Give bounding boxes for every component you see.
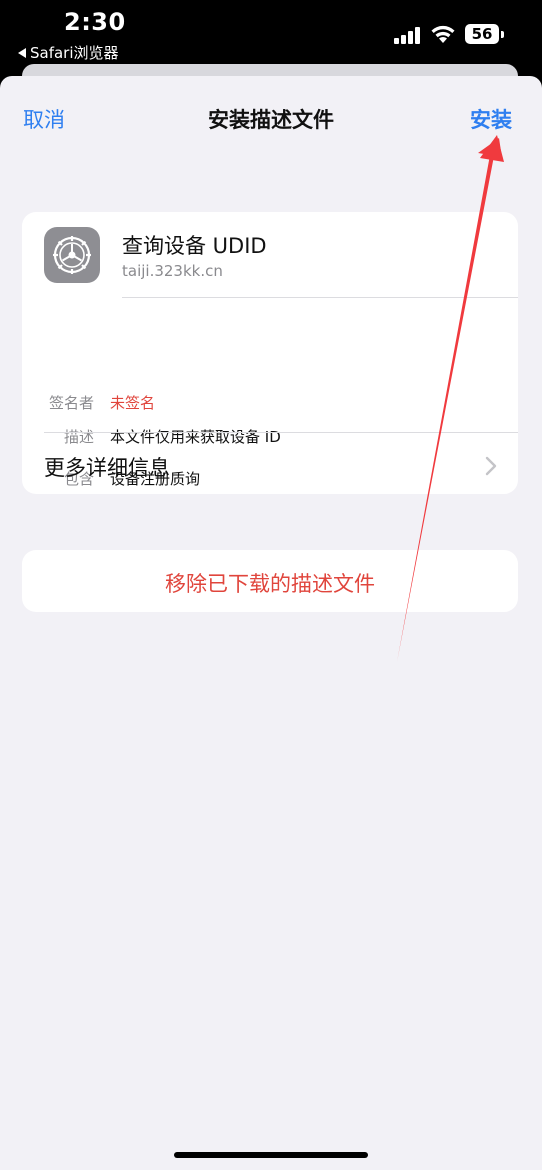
description-value: 本文件仅用来获取设备 ID — [110, 428, 281, 446]
back-triangle-icon — [18, 47, 26, 58]
settings-gear-icon — [44, 227, 100, 283]
description-label: 描述 — [63, 428, 94, 446]
status-time: 2:30 — [64, 8, 126, 36]
back-to-app-link[interactable]: Safari浏览器 — [18, 42, 119, 63]
remove-profile-label: 移除已下载的描述文件 — [165, 572, 375, 596]
install-button[interactable]: 安装 — [470, 104, 512, 134]
profile-name: 查询设备 UDID — [122, 234, 267, 258]
sheet-title: 安装描述文件 — [208, 108, 334, 132]
divider — [122, 297, 518, 298]
signal-icon — [394, 26, 424, 44]
divider — [44, 432, 518, 433]
home-indicator — [174, 1152, 368, 1158]
install-profile-sheet: 取消 安装描述文件 安装 查询设备 UDID taiji.323kk.cn 签名… — [0, 76, 542, 1170]
status-bar: 2:30 Safari浏览器 56 — [0, 0, 542, 62]
more-details-row[interactable]: 更多详细信息 — [44, 452, 170, 482]
profile-domain: taiji.323kk.cn — [122, 262, 223, 280]
battery-icon: 56 — [465, 24, 499, 44]
profile-card: 查询设备 UDID taiji.323kk.cn 签名者 未签名 描述 本文件仅… — [22, 212, 518, 494]
signer-label: 签名者 — [48, 394, 94, 412]
battery-tip — [501, 31, 504, 38]
remove-profile-button[interactable]: 移除已下载的描述文件 — [22, 550, 518, 612]
chevron-right-icon — [485, 456, 497, 476]
signer-value: 未签名 — [110, 394, 156, 412]
back-app-label: Safari浏览器 — [30, 44, 119, 62]
wifi-icon — [431, 25, 455, 43]
